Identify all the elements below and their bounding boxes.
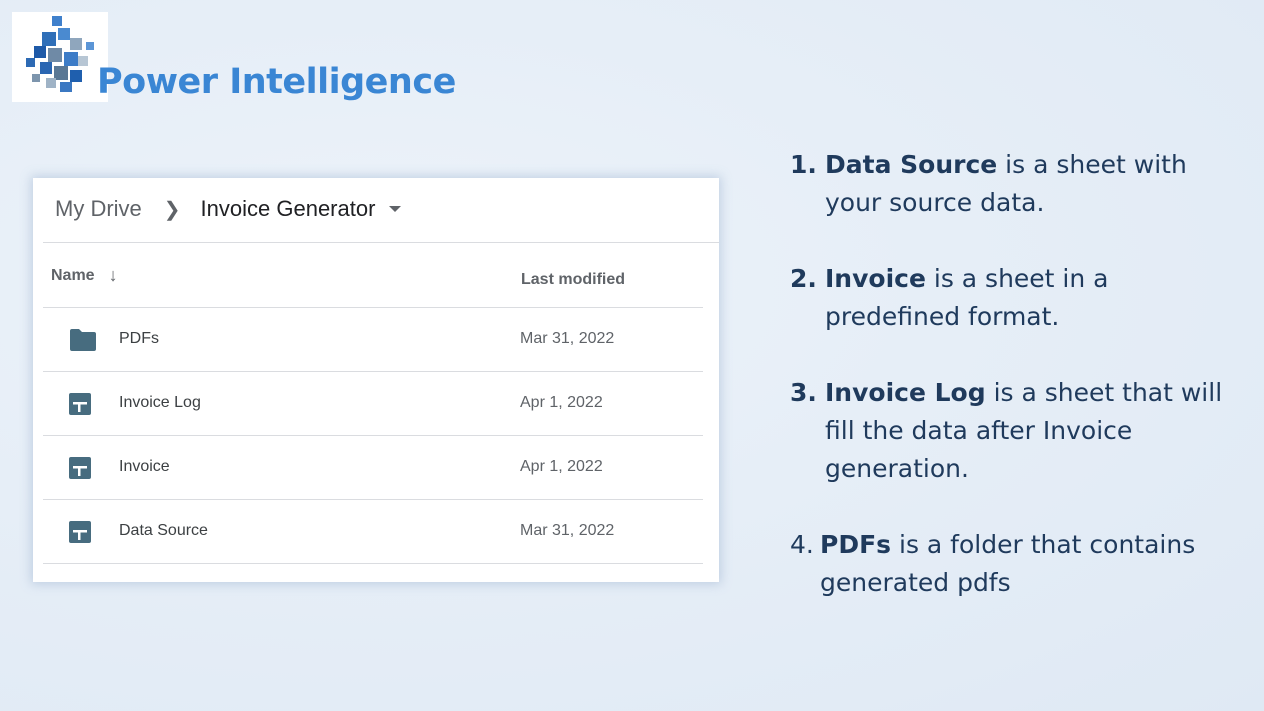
breadcrumb-current-folder[interactable]: Invoice Generator [201,196,376,222]
sheets-icon [69,457,91,484]
note-term: PDFs [820,530,892,559]
chevron-right-icon: ❯ [163,198,181,221]
folder-icon [69,329,97,356]
note-item: 1. Data Source is a sheet with your sourc… [790,146,1250,222]
breadcrumb: My Drive ❯ Invoice Generator [55,196,402,222]
file-modified-date: Mar 31, 2022 [520,522,615,539]
name-column-label: Name [51,266,95,284]
note-term: Invoice Log [825,378,986,407]
breadcrumb-my-drive[interactable]: My Drive [55,196,142,222]
arrow-down-icon[interactable]: ↓ [109,265,118,286]
file-row-invoice-log[interactable]: Invoice Log Apr 1, 2022 [43,372,703,436]
table-header: Name ↓ Last modified [43,243,703,308]
note-number: 1. [790,150,817,179]
file-name: Data Source [119,522,208,539]
note-item: 2. Invoice is a sheet in a predefined for… [790,260,1250,336]
logo [12,12,108,102]
sheets-icon [69,521,91,548]
sheets-icon [69,393,91,420]
name-column-header[interactable]: Name ↓ [51,265,118,286]
file-modified-date: Apr 1, 2022 [520,394,603,411]
file-name: Invoice [119,458,170,475]
file-name: Invoice Log [119,394,201,411]
file-table: Name ↓ Last modified PDFs Mar 31, 2022 I… [43,243,703,564]
note-number: 4. [790,530,814,559]
file-row-pdfs[interactable]: PDFs Mar 31, 2022 [43,308,703,372]
file-modified-date: Mar 31, 2022 [520,330,615,347]
drive-file-panel: My Drive ❯ Invoice Generator Name ↓ Last… [33,178,719,582]
note-number: 2. [790,264,817,293]
caret-down-icon[interactable] [389,206,402,212]
brand-title: Power Intelligence [97,62,456,102]
note-term: Data Source [825,150,998,179]
note-item: 4. PDFs is a folder that contains generat… [790,526,1250,602]
last-modified-column-header[interactable]: Last modified [521,271,625,289]
file-name: PDFs [119,330,159,347]
notes-list: 1. Data Source is a sheet with your sourc… [790,146,1250,640]
file-row-invoice[interactable]: Invoice Apr 1, 2022 [43,436,703,500]
note-term: Invoice [825,264,926,293]
note-item: 3. Invoice Log is a sheet that will fill … [790,374,1250,488]
note-number: 3. [790,378,817,407]
file-row-data-source[interactable]: Data Source Mar 31, 2022 [43,500,703,564]
file-modified-date: Apr 1, 2022 [520,458,603,475]
cube-logo-icon [26,16,94,92]
